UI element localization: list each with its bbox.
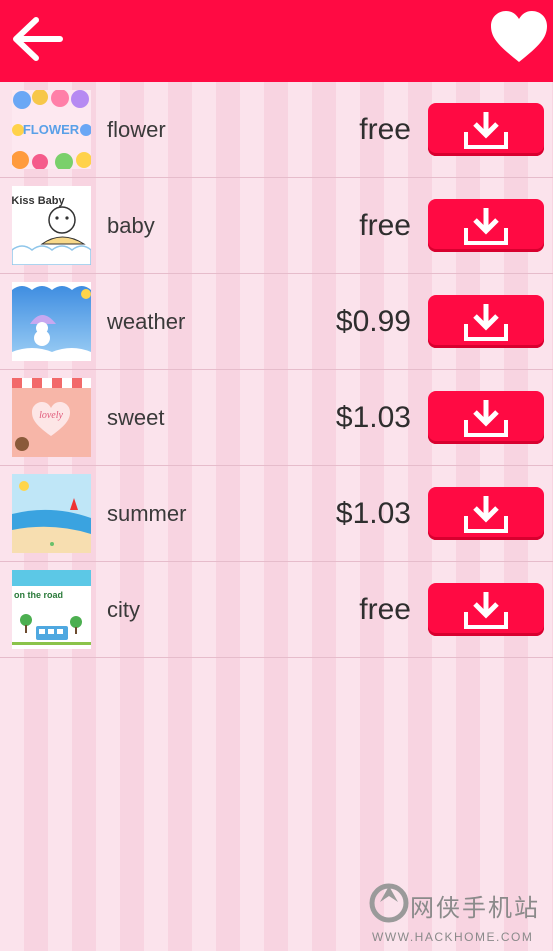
download-button[interactable] [428,199,544,252]
list-item[interactable]: on the road city free [0,562,553,658]
theme-name: summer [107,501,187,526]
download-icon [464,207,508,245]
list-item[interactable]: lovely sweet $1.03 [0,370,553,466]
theme-price: free [359,209,411,242]
watermark: 网侠手机站 WWW.HACKHOME.COM [366,880,551,948]
download-button[interactable] [428,391,544,444]
theme-price: $1.03 [335,401,411,434]
list-item[interactable]: weather $0.99 [0,274,553,370]
arrow-left-icon [13,17,63,61]
theme-thumbnail-flower: FLOWER [12,90,91,169]
theme-thumbnail-summer [12,474,91,553]
list-item[interactable]: Kiss Baby baby free [0,178,553,274]
theme-thumbnail-sweet: lovely [12,378,91,457]
thumbnail-text: FLOWER [23,122,80,137]
theme-price: free [359,113,411,146]
theme-thumbnail-weather [12,282,91,361]
download-button[interactable] [428,295,544,348]
download-icon [464,111,508,149]
list-item[interactable]: FLOWER flower free [0,82,553,178]
theme-price: $1.03 [335,497,411,530]
top-app-bar [0,0,553,82]
watermark-english: WWW.HACKHOME.COM [372,930,534,944]
list-item[interactable]: summer $1.03 [0,466,553,562]
theme-name: city [107,597,140,622]
theme-name: baby [107,213,155,238]
download-icon [464,591,508,629]
theme-thumbnail-baby: Kiss Baby [12,186,91,265]
heart-icon [491,11,547,62]
download-button[interactable] [428,487,544,540]
thumbnail-text: Kiss Baby [12,195,65,207]
favorite-button[interactable] [489,10,549,66]
download-button[interactable] [428,583,544,636]
back-button[interactable] [8,12,68,66]
thumbnail-text: on the road [14,590,63,600]
theme-price: free [359,593,411,626]
theme-thumbnail-city: on the road [12,570,91,649]
watermark-logo-icon [369,883,409,923]
download-icon [464,399,508,437]
theme-list: FLOWER flower free Kiss Baby baby free w… [0,82,553,658]
download-icon [464,495,508,533]
thumbnail-text: lovely [39,410,63,421]
download-button[interactable] [428,103,544,156]
theme-name: flower [107,117,166,142]
theme-name: sweet [107,405,165,430]
watermark-chinese: 网侠手机站 [410,894,540,922]
theme-name: weather [107,309,186,334]
theme-price: $0.99 [335,305,411,338]
download-icon [464,303,508,341]
